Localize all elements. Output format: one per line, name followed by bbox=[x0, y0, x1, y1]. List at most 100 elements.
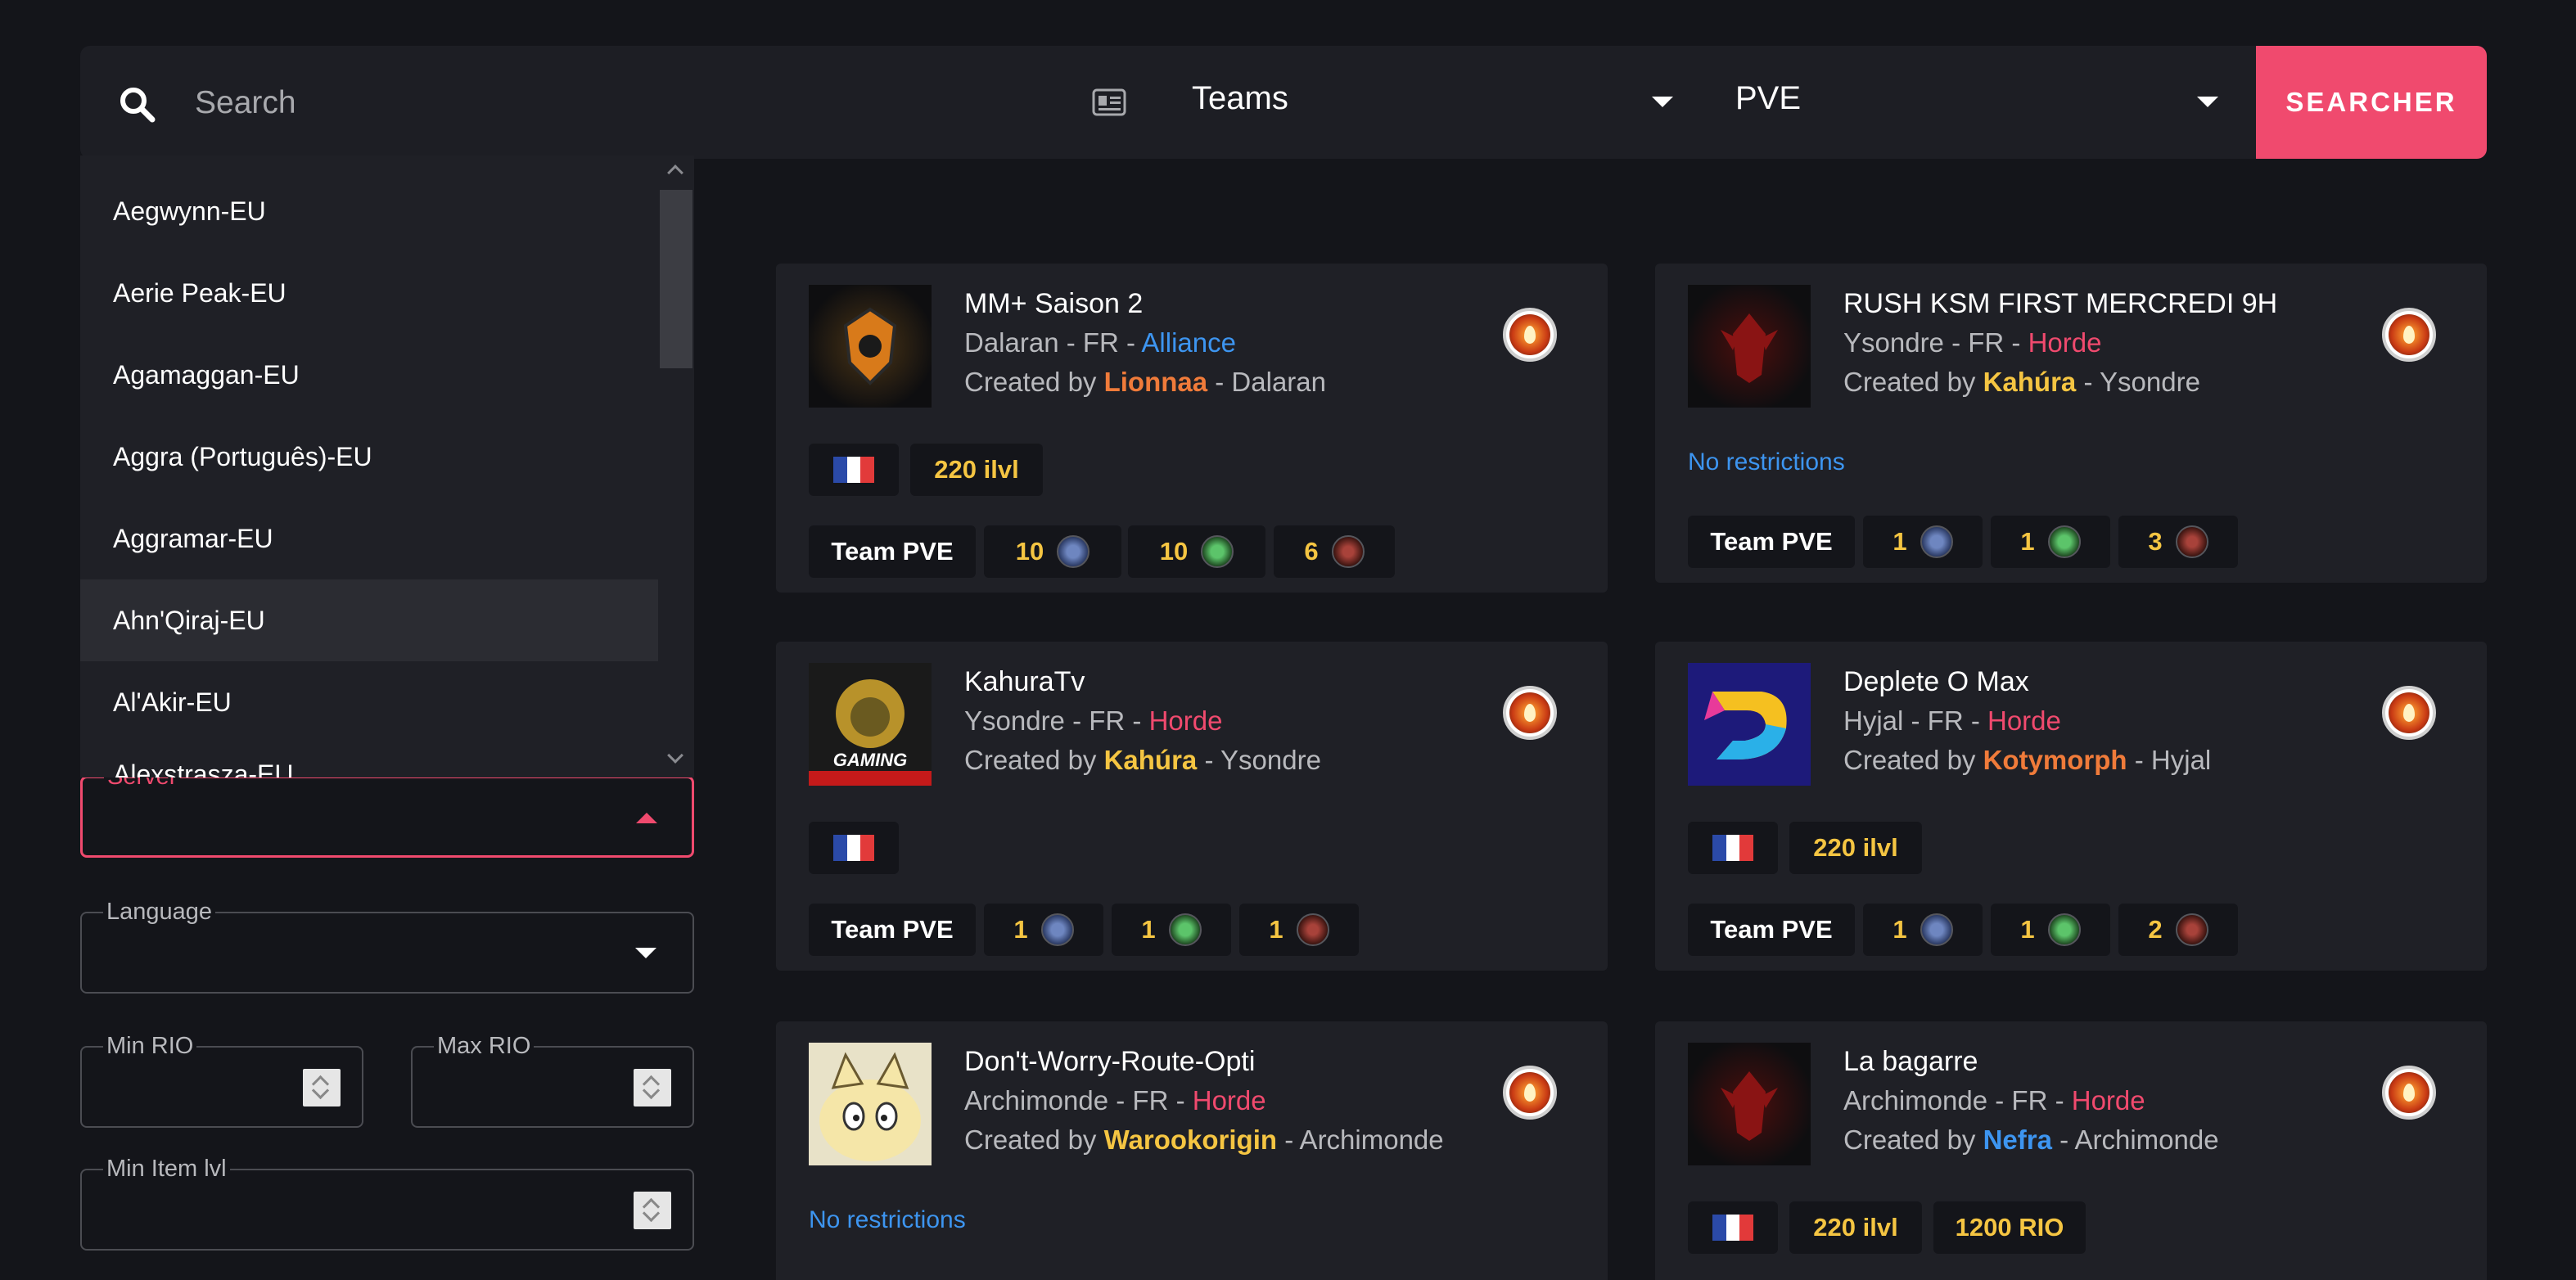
tank-role-icon bbox=[1920, 525, 1953, 558]
min-item-level-stepper[interactable] bbox=[634, 1192, 671, 1229]
category-select[interactable]: Teams bbox=[1179, 75, 1673, 133]
min-item-level-field[interactable]: Min Item lvl bbox=[80, 1156, 694, 1251]
faction-label: Horde bbox=[2028, 327, 2102, 358]
no-restrictions-label: No restrictions bbox=[1688, 448, 1845, 475]
min-rio-field[interactable]: Min RIO bbox=[80, 1033, 363, 1128]
server-option[interactable]: Agamaggan-EU bbox=[80, 334, 658, 416]
team-card[interactable]: RUSH KSM FIRST MERCREDI 9H Ysondre - FR … bbox=[1655, 264, 2487, 583]
server-option[interactable]: Aggramar-EU bbox=[80, 498, 658, 579]
dps-role-icon bbox=[2175, 913, 2208, 946]
fire-icon bbox=[1503, 1066, 1557, 1120]
team-type-badge: Team PVE bbox=[809, 904, 976, 956]
healer-role-icon bbox=[1201, 535, 1234, 568]
max-rio-label: Max RIO bbox=[434, 1033, 535, 1060]
tank-count: 10 bbox=[984, 525, 1121, 578]
server-field[interactable]: Server bbox=[80, 764, 694, 858]
meowth-logo bbox=[809, 1043, 932, 1165]
gaming-lion-logo: GAMING bbox=[809, 663, 932, 786]
dps-count: 3 bbox=[2118, 516, 2238, 568]
healer-role-icon bbox=[1168, 913, 1202, 946]
dps-role-icon bbox=[1331, 535, 1365, 568]
chevron-down-icon[interactable] bbox=[635, 948, 656, 958]
team-card[interactable]: MM+ Saison 2 Dalaran - FR - Alliance Cre… bbox=[776, 264, 1608, 593]
scrollbar-thumb[interactable] bbox=[660, 190, 692, 368]
mode-select[interactable]: PVE bbox=[1722, 75, 2230, 133]
team-title: Deplete O Max bbox=[1843, 666, 2029, 697]
team-type-badge: Team PVE bbox=[1688, 516, 1855, 568]
creator-name[interactable]: Lionnaa bbox=[1104, 367, 1208, 397]
server-option[interactable]: Aerie Peak-EU bbox=[80, 252, 658, 334]
team-server: Dalaran - FR - Alliance bbox=[964, 327, 1236, 358]
healer-count: 1 bbox=[1112, 904, 1231, 956]
team-title: KahuraTv bbox=[964, 666, 1085, 697]
france-flag-icon bbox=[809, 822, 899, 874]
server-option-highlighted[interactable]: Ahn'Qiraj-EU bbox=[80, 579, 658, 661]
search-icon[interactable] bbox=[118, 85, 156, 123]
creator-name[interactable]: Nefra bbox=[1983, 1125, 2052, 1155]
tank-count: 1 bbox=[1863, 904, 1983, 956]
dps-role-icon bbox=[2175, 525, 2208, 558]
team-title: MM+ Saison 2 bbox=[964, 288, 1144, 319]
creator-name[interactable]: Kotymorph bbox=[1983, 745, 2127, 775]
fire-icon bbox=[2382, 308, 2436, 362]
min-rio-label: Min RIO bbox=[103, 1033, 197, 1060]
team-creator: Created by Lionnaa - Dalaran bbox=[964, 367, 1326, 397]
team-title: La bagarre bbox=[1843, 1046, 1978, 1077]
creator-name[interactable]: Warookorigin bbox=[1104, 1125, 1277, 1155]
team-creator: Created by Nefra - Archimonde bbox=[1843, 1125, 2219, 1155]
dps-count: 1 bbox=[1239, 904, 1359, 956]
server-option[interactable]: Aggra (Português)-EU bbox=[80, 416, 658, 498]
faction-label: Horde bbox=[1192, 1085, 1266, 1115]
chevron-down-icon bbox=[2197, 97, 2218, 107]
team-card[interactable]: Don't-Worry-Route-Opti Archimonde - FR -… bbox=[776, 1021, 1608, 1280]
tank-role-icon bbox=[1040, 913, 1074, 946]
team-card[interactable]: Deplete O Max Hyjal - FR - Horde Created… bbox=[1655, 642, 2487, 971]
horde-emblem-logo bbox=[1688, 285, 1811, 408]
scroll-up-icon[interactable] bbox=[667, 165, 683, 181]
team-card[interactable]: La bagarre Archimonde - FR - Horde Creat… bbox=[1655, 1021, 2487, 1280]
no-restrictions-label: No restrictions bbox=[809, 1206, 966, 1233]
id-card-icon[interactable] bbox=[1092, 88, 1126, 116]
searcher-button[interactable]: SEARCHER bbox=[2256, 46, 2487, 159]
team-server: Archimonde - FR - Horde bbox=[964, 1085, 1266, 1115]
healer-role-icon bbox=[2047, 913, 2081, 946]
mode-select-value: PVE bbox=[1735, 80, 1802, 116]
creator-name[interactable]: Kahúra bbox=[1983, 367, 2077, 397]
team-server: Ysondre - FR - Horde bbox=[1843, 327, 2102, 358]
server-option[interactable]: Alexstrasza-EU bbox=[80, 743, 658, 777]
rio-badge: 1200 RIO bbox=[1933, 1201, 2086, 1254]
creator-name[interactable]: Kahúra bbox=[1104, 745, 1198, 775]
fire-icon bbox=[2382, 686, 2436, 740]
min-rio-stepper[interactable] bbox=[303, 1069, 341, 1106]
faction-label: Alliance bbox=[1141, 327, 1236, 358]
team-server: Hyjal - FR - Horde bbox=[1843, 705, 2061, 736]
fire-icon bbox=[2382, 1066, 2436, 1120]
server-option[interactable]: Al'Akir-EU bbox=[80, 661, 658, 743]
fire-icon bbox=[1503, 308, 1557, 362]
chevron-down-icon bbox=[1652, 97, 1673, 107]
faction-label: Horde bbox=[1148, 705, 1223, 736]
scroll-down-icon[interactable] bbox=[667, 747, 683, 764]
tank-role-icon bbox=[1920, 913, 1953, 946]
team-card[interactable]: GAMING KahuraTv Ysondre - FR - Horde Cre… bbox=[776, 642, 1608, 971]
max-rio-stepper[interactable] bbox=[634, 1069, 671, 1106]
team-server: Ysondre - FR - Horde bbox=[964, 705, 1223, 736]
team-creator: Created by Kotymorph - Hyjal bbox=[1843, 745, 2212, 775]
fire-icon bbox=[1503, 686, 1557, 740]
server-option[interactable]: Aegwynn-EU bbox=[80, 170, 658, 252]
team-title: RUSH KSM FIRST MERCREDI 9H bbox=[1843, 288, 2278, 319]
team-creator: Created by Kahúra - Ysondre bbox=[964, 745, 1321, 775]
team-title: Don't-Worry-Route-Opti bbox=[964, 1046, 1256, 1077]
max-rio-field[interactable]: Max RIO bbox=[411, 1033, 694, 1128]
ilvl-badge: 220 ilvl bbox=[1789, 1201, 1922, 1254]
team-creator: Created by Warookorigin - Archimonde bbox=[964, 1125, 1444, 1155]
min-item-level-label: Min Item lvl bbox=[103, 1156, 230, 1183]
language-field[interactable]: Language bbox=[80, 899, 694, 994]
chevron-up-icon[interactable] bbox=[636, 813, 657, 823]
ilvl-badge: 220 ilvl bbox=[910, 444, 1043, 496]
faction-label: Horde bbox=[2071, 1085, 2145, 1115]
category-select-value: Teams bbox=[1192, 80, 1288, 116]
team-type-badge: Team PVE bbox=[809, 525, 976, 578]
search-input[interactable] bbox=[195, 79, 1013, 128]
tank-count: 1 bbox=[1863, 516, 1983, 568]
